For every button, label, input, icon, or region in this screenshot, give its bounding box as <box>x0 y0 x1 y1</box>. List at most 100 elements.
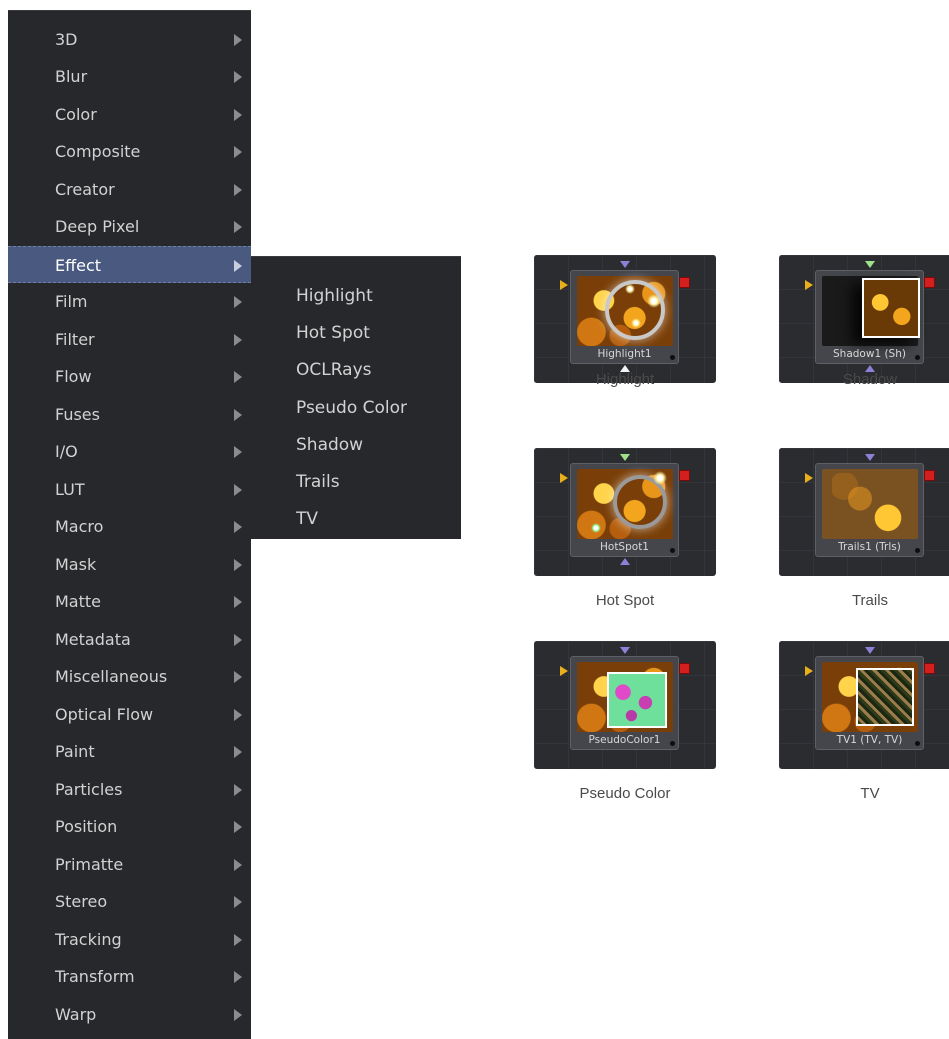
shadow-thumbnail <box>822 276 920 346</box>
menu-item-io[interactable]: I/O <box>8 433 251 470</box>
pseudocolor-thumbnail <box>577 662 673 732</box>
menu-item-stereo[interactable]: Stereo <box>8 883 251 920</box>
menu-item-flow[interactable]: Flow <box>8 358 251 395</box>
submenu-item-label: Hot Spot <box>296 323 370 343</box>
menu-item-label: Position <box>55 817 118 836</box>
menu-item-position[interactable]: Position <box>8 808 251 845</box>
menu-item-label: Creator <box>55 180 115 199</box>
output-square-icon[interactable] <box>924 663 935 674</box>
node-tile-hot-spot: HotSpot1 <box>534 448 716 576</box>
menu-item-color[interactable]: Color <box>8 96 251 133</box>
menu-item-metadata[interactable]: Metadata <box>8 621 251 658</box>
submenu-arrow-icon <box>234 71 242 83</box>
menu-item-blur[interactable]: Blur <box>8 58 251 95</box>
effect-mask-triangle-icon[interactable] <box>620 558 630 565</box>
submenu-arrow-icon <box>234 296 242 308</box>
menu-item-creator[interactable]: Creator <box>8 171 251 208</box>
submenu-arrow-icon <box>234 109 242 121</box>
menu-item-label: Fuses <box>55 405 100 424</box>
menu-item-particles[interactable]: Particles <box>8 771 251 808</box>
submenu-item-highlight[interactable]: Highlight <box>251 277 461 314</box>
mask-input-triangle-icon[interactable] <box>865 647 875 654</box>
submenu-arrow-icon <box>234 596 242 608</box>
menu-item-label: Optical Flow <box>55 705 154 724</box>
menu-item-fuses[interactable]: Fuses <box>8 396 251 433</box>
submenu-arrow-icon <box>234 896 242 908</box>
menu-item-optical-flow[interactable]: Optical Flow <box>8 696 251 733</box>
input-triangle-icon[interactable] <box>560 280 568 290</box>
menu-item-label: Metadata <box>55 630 131 649</box>
menu-item-warp[interactable]: Warp <box>8 996 251 1033</box>
input-triangle-icon[interactable] <box>560 473 568 483</box>
node-caption: Shadow <box>842 371 898 388</box>
submenu-item-label: Pseudo Color <box>296 398 408 418</box>
menu-item-film[interactable]: Film <box>8 283 251 320</box>
submenu-arrow-icon <box>234 446 242 458</box>
menu-item-deep-pixel[interactable]: Deep Pixel <box>8 208 251 245</box>
menu-item-label: Filter <box>55 330 95 349</box>
node-label: Trails1 (Trls) <box>838 541 901 553</box>
menu-item-mask[interactable]: Mask <box>8 546 251 583</box>
menu-item-paint[interactable]: Paint <box>8 733 251 770</box>
tool-node[interactable]: Shadow1 (Sh) <box>815 270 924 364</box>
menu-item-label: Effect <box>55 256 102 275</box>
node-tile-highlight: Highlight1 <box>534 255 716 383</box>
node-caption: Hot Spot <box>595 592 655 609</box>
mask-input-triangle-icon[interactable] <box>620 647 630 654</box>
input-triangle-icon[interactable] <box>805 666 813 676</box>
output-square-icon[interactable] <box>679 470 690 481</box>
menu-item-matte[interactable]: Matte <box>8 583 251 620</box>
output-square-icon[interactable] <box>679 663 690 674</box>
menu-item-label: Flow <box>55 367 92 386</box>
tool-node[interactable]: Trails1 (Trls) <box>815 463 924 557</box>
menu-item-filter[interactable]: Filter <box>8 321 251 358</box>
submenu-item-tv[interactable]: TV <box>251 500 461 537</box>
tool-node[interactable]: HotSpot1 <box>570 463 679 557</box>
submenu-item-oclrays[interactable]: OCLRays <box>251 351 461 388</box>
submenu-arrow-icon <box>234 484 242 496</box>
submenu-item-pseudo-color[interactable]: Pseudo Color <box>251 389 461 426</box>
menu-item-label: Paint <box>55 742 95 761</box>
input-triangle-icon[interactable] <box>805 280 813 290</box>
input-triangle-icon[interactable] <box>560 666 568 676</box>
mask-input-triangle-icon[interactable] <box>865 454 875 461</box>
hotspot-thumbnail <box>577 469 673 539</box>
menu-item-tracking[interactable]: Tracking <box>8 921 251 958</box>
tool-node[interactable]: TV1 (TV, TV) <box>815 656 924 750</box>
submenu-item-label: Shadow <box>296 435 364 455</box>
output-square-icon[interactable] <box>924 470 935 481</box>
menu-item-transform[interactable]: Transform <box>8 958 251 995</box>
menu-item-label: Warp <box>55 1005 97 1024</box>
menu-item-label: Deep Pixel <box>55 217 140 236</box>
menu-item-primatte[interactable]: Primatte <box>8 846 251 883</box>
submenu-arrow-icon <box>234 821 242 833</box>
tools-menu: 3D Blur Color Composite Creator Deep Pix… <box>8 10 251 1039</box>
menu-item-macro[interactable]: Macro <box>8 508 251 545</box>
mask-input-triangle-icon[interactable] <box>620 454 630 461</box>
menu-item-label: Color <box>55 105 97 124</box>
submenu-item-trails[interactable]: Trails <box>251 463 461 500</box>
menu-item-effect[interactable]: Effect <box>8 246 251 283</box>
effect-submenu: Highlight Hot Spot OCLRays Pseudo Color … <box>251 256 461 539</box>
submenu-item-label: Highlight <box>296 286 373 306</box>
submenu-arrow-icon <box>234 409 242 421</box>
submenu-arrow-icon <box>234 559 242 571</box>
tool-node[interactable]: PseudoColor1 <box>570 656 679 750</box>
menu-item-miscellaneous[interactable]: Miscellaneous <box>8 658 251 695</box>
submenu-arrow-icon <box>234 1009 242 1021</box>
menu-item-composite[interactable]: Composite <box>8 133 251 170</box>
menu-item-label: 3D <box>55 30 78 49</box>
mask-input-triangle-icon[interactable] <box>620 261 630 268</box>
mask-input-triangle-icon[interactable] <box>865 261 875 268</box>
node-caption: TV <box>860 785 880 802</box>
output-square-icon[interactable] <box>924 277 935 288</box>
menu-item-3d[interactable]: 3D <box>8 21 251 58</box>
submenu-arrow-icon <box>234 746 242 758</box>
submenu-item-hot-spot[interactable]: Hot Spot <box>251 314 461 351</box>
input-triangle-icon[interactable] <box>805 473 813 483</box>
tool-node[interactable]: Highlight1 <box>570 270 679 364</box>
submenu-arrow-icon <box>234 146 242 158</box>
output-square-icon[interactable] <box>679 277 690 288</box>
submenu-item-shadow[interactable]: Shadow <box>251 426 461 463</box>
menu-item-lut[interactable]: LUT <box>8 471 251 508</box>
